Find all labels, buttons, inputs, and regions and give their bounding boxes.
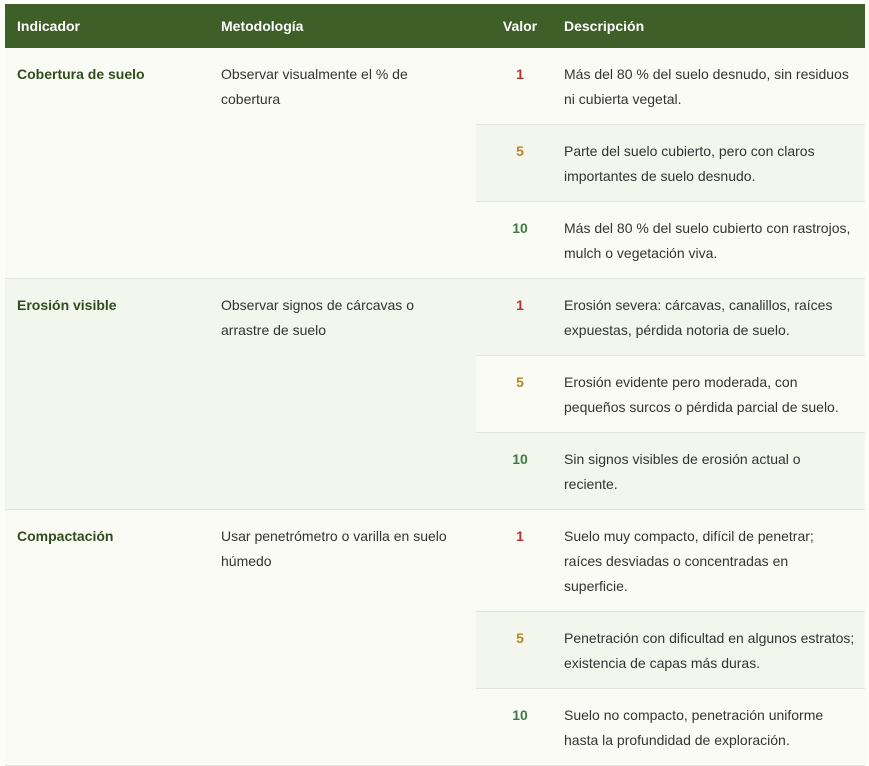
level-description: Más del 80 % del suelo cubierto con rast… <box>564 220 851 261</box>
header-indicator: Indicador <box>17 18 81 34</box>
indicator-methodology: Observar visualmente el % de cobertura <box>221 66 408 107</box>
level-description: Sin signos visibles de erosión actual o … <box>564 451 801 492</box>
indicator-name: Compactación <box>17 528 114 544</box>
indicator-levels: 1 Más del 80 % del suelo desnudo, sin re… <box>476 48 865 278</box>
level-description: Más del 80 % del suelo desnudo, sin resi… <box>564 66 849 107</box>
level-row: 5 Parte del suelo cubierto, pero con cla… <box>476 125 865 202</box>
level-description: Erosión evidente pero moderada, con pequ… <box>564 374 839 415</box>
level-row: 1 Suelo muy compacto, difícil de penetra… <box>476 510 865 612</box>
level-value: 1 <box>516 297 524 313</box>
level-value: 10 <box>512 451 528 467</box>
level-value: 5 <box>516 143 524 159</box>
table-row: Compactación Usar penetrómetro o varilla… <box>5 510 865 766</box>
indicator-name: Erosión visible <box>17 297 117 313</box>
level-description: Erosión severa: cárcavas, canalillos, ra… <box>564 297 833 338</box>
level-row: 10 Más del 80 % del suelo cubierto con r… <box>476 202 865 278</box>
indicator-levels: 1 Erosión severa: cárcavas, canalillos, … <box>476 279 865 509</box>
level-row: 1 Erosión severa: cárcavas, canalillos, … <box>476 279 865 356</box>
level-value: 10 <box>512 220 528 236</box>
level-value: 5 <box>516 630 524 646</box>
header-description: Descripción <box>564 18 645 34</box>
indicators-table: Indicador Metodología Valor Descripción … <box>5 4 865 766</box>
header-value: Valor <box>502 18 538 34</box>
level-value: 1 <box>516 528 524 544</box>
header-methodology: Metodología <box>221 18 304 34</box>
indicator-methodology: Usar penetrómetro o varilla en suelo húm… <box>221 528 447 569</box>
level-description: Penetración con dificultad en algunos es… <box>564 630 855 671</box>
indicator-name: Cobertura de suelo <box>17 66 145 82</box>
indicator-levels: 1 Suelo muy compacto, difícil de penetra… <box>476 510 865 765</box>
level-row: 5 Penetración con dificultad en algunos … <box>476 612 865 689</box>
level-row: 5 Erosión evidente pero moderada, con pe… <box>476 356 865 433</box>
level-row: 1 Más del 80 % del suelo desnudo, sin re… <box>476 48 865 125</box>
table-header: Indicador Metodología Valor Descripción <box>5 4 865 48</box>
table-row: Cobertura de suelo Observar visualmente … <box>5 48 865 279</box>
level-row: 10 Suelo no compacto, penetración unifor… <box>476 689 865 765</box>
level-description: Suelo muy compacto, difícil de penetrar;… <box>564 528 814 594</box>
level-value: 10 <box>512 707 528 723</box>
level-description: Suelo no compacto, penetración uniforme … <box>564 707 824 748</box>
level-description: Parte del suelo cubierto, pero con claro… <box>564 143 815 184</box>
indicator-methodology: Observar signos de cárcavas o arrastre d… <box>221 297 414 338</box>
table-row: Erosión visible Observar signos de cárca… <box>5 279 865 510</box>
level-value: 5 <box>516 374 524 390</box>
level-value: 1 <box>516 66 524 82</box>
level-row: 10 Sin signos visibles de erosión actual… <box>476 433 865 509</box>
